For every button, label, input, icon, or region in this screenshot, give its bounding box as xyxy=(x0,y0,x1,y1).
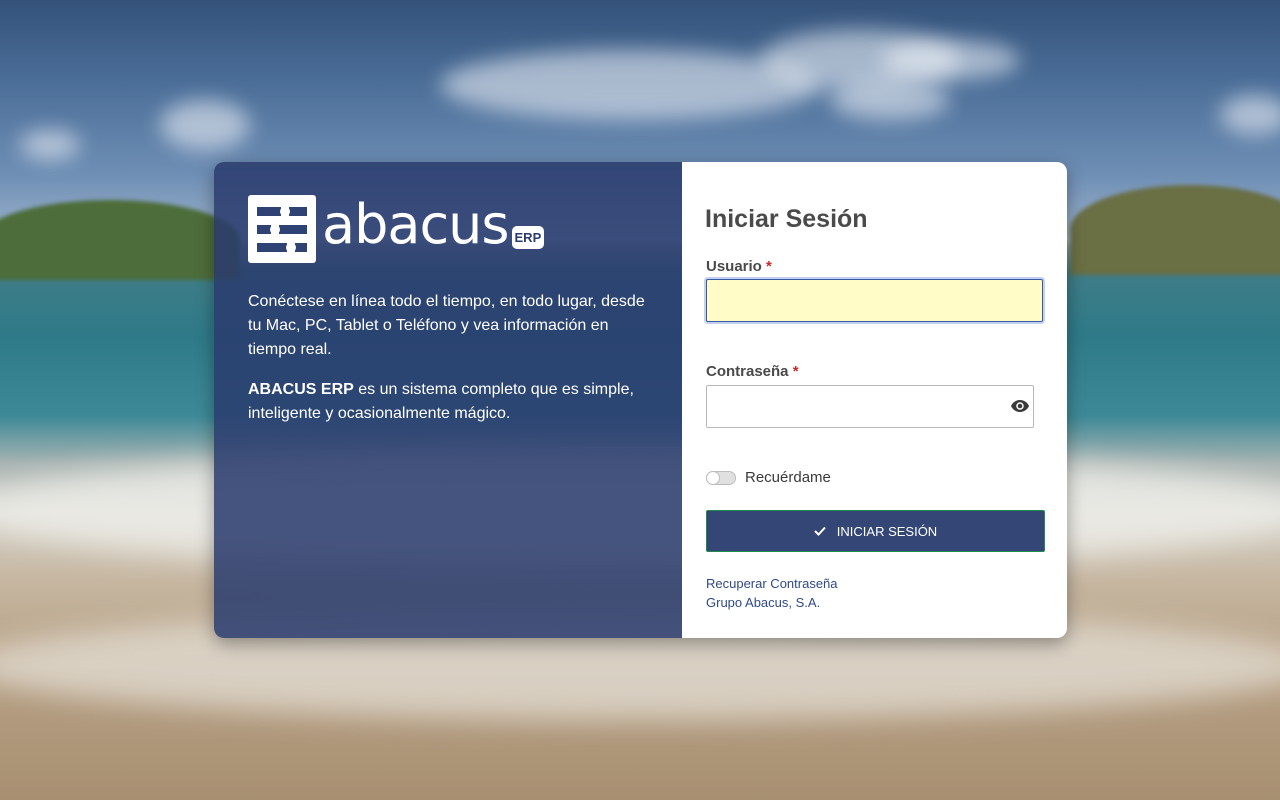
password-input[interactable] xyxy=(706,385,1034,428)
footer-links: Recuperar Contraseña Grupo Abacus, S.A. xyxy=(706,574,1045,612)
password-field xyxy=(706,385,1034,428)
brand-panel: abacus ERP Conéctese en línea todo el ti… xyxy=(214,162,682,638)
abacus-logo-icon xyxy=(248,195,316,263)
company-name: Grupo Abacus, S.A. xyxy=(706,595,821,610)
username-label-text: Usuario xyxy=(706,258,762,275)
remember-me-toggle[interactable] xyxy=(706,470,736,485)
intro-paragraph-2: ABACUS ERP es un sistema completo que es… xyxy=(248,378,648,426)
logo-erp-badge: ERP xyxy=(511,225,545,249)
toggle-knob xyxy=(706,470,720,485)
brand-logo: abacus ERP xyxy=(248,193,648,263)
check-icon xyxy=(814,526,826,536)
username-input[interactable] xyxy=(706,279,1043,322)
login-card: abacus ERP Conéctese en línea todo el ti… xyxy=(214,162,1067,638)
login-button[interactable]: INICIAR SESIÓN xyxy=(706,510,1045,552)
required-mark: * xyxy=(766,258,772,275)
remember-me: Recuérdame xyxy=(706,469,1045,486)
required-mark: * xyxy=(792,363,799,380)
remember-me-label[interactable]: Recuérdame xyxy=(745,469,831,486)
form-title: Iniciar Sesión xyxy=(705,205,868,233)
intro-paragraph-1: Conéctese en línea todo el tiempo, en to… xyxy=(248,293,645,358)
login-button-label: INICIAR SESIÓN xyxy=(836,523,938,539)
login-form-panel: Iniciar Sesión Usuario * Contraseña * Re… xyxy=(682,162,1067,638)
logo-wordmark: abacus xyxy=(322,193,510,256)
intro-text: Conéctese en línea todo el tiempo, en to… xyxy=(248,290,648,426)
password-label: Contraseña * xyxy=(706,363,1045,381)
password-label-text: Contraseña xyxy=(706,363,789,380)
username-label: Usuario * xyxy=(706,258,1045,276)
intro-product-name: ABACUS ERP xyxy=(248,381,354,398)
eye-icon[interactable] xyxy=(1011,398,1029,414)
recover-password-link[interactable]: Recuperar Contraseña xyxy=(706,574,1045,593)
